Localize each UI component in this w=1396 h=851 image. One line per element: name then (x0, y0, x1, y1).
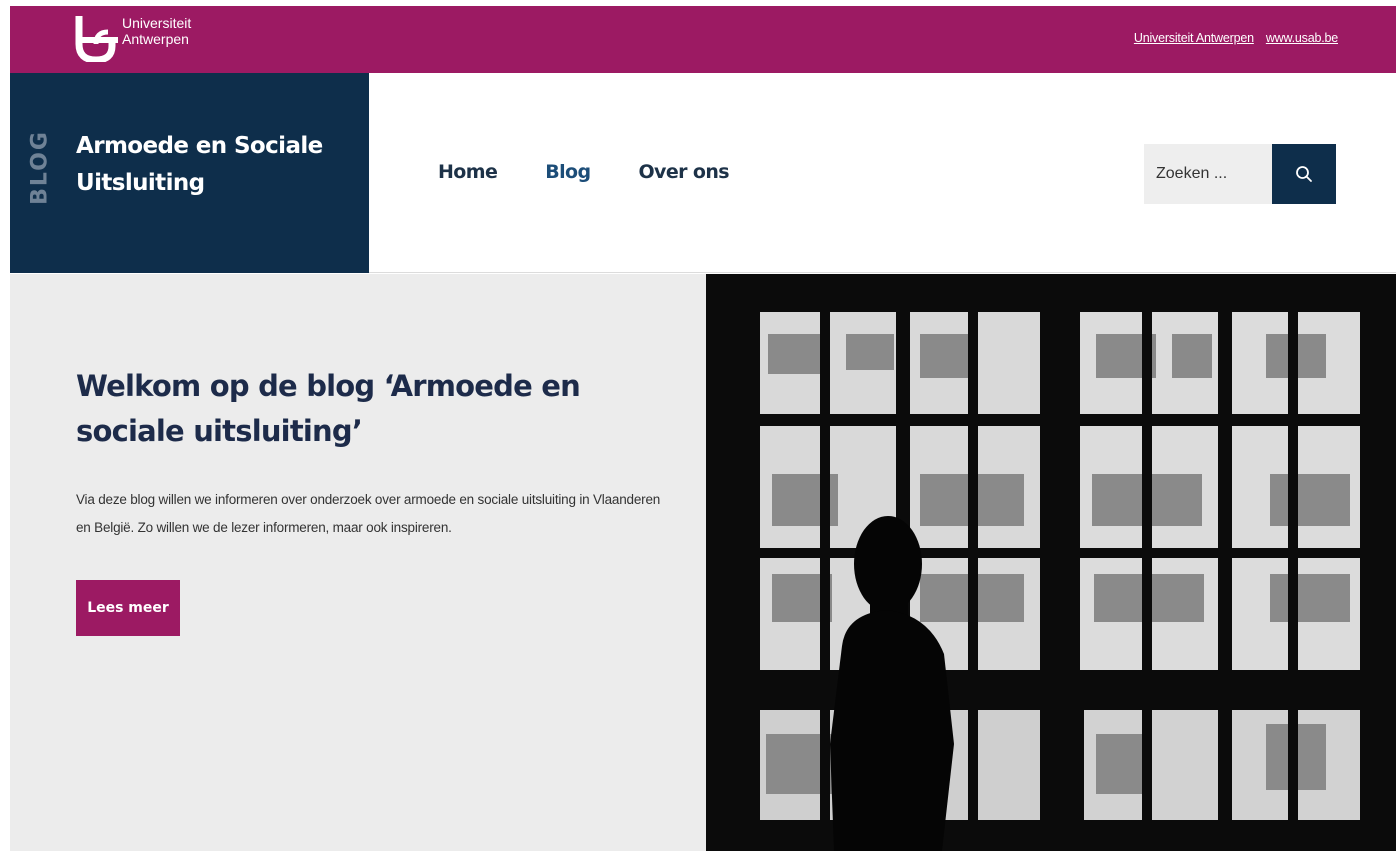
main-nav: Home Blog Over ons (438, 161, 730, 183)
blog-brand-block[interactable]: BLOG Armoede en Sociale Uitsluiting (10, 73, 369, 273)
university-name-line2: Antwerpen (122, 31, 189, 47)
university-logo-icon (75, 16, 118, 62)
nav-item-over-ons[interactable]: Over ons (639, 161, 730, 183)
university-logo-link[interactable]: Universiteit Antwerpen (74, 14, 191, 62)
nav-item-home[interactable]: Home (438, 161, 498, 183)
university-name-line1: Universiteit (122, 15, 192, 31)
read-more-button[interactable]: Lees meer (76, 580, 180, 636)
university-name: Universiteit Antwerpen (122, 15, 191, 47)
search-icon (1296, 166, 1312, 182)
search-form (1144, 144, 1336, 204)
blog-tag: BLOG (27, 130, 53, 205)
hero-section: Welkom op de blog ‘Armoede en sociale ui… (10, 274, 1396, 851)
blog-title: Armoede en Sociale Uitsluiting (76, 133, 323, 196)
window-silhouette-photo (706, 274, 1396, 851)
nav-item-blog[interactable]: Blog (545, 161, 591, 183)
link-usab[interactable]: www.usab.be (1266, 31, 1338, 45)
top-bar: Universiteit Antwerpen Universiteit Antw… (10, 6, 1396, 73)
site-header: BLOG Armoede en Sociale Uitsluiting Home… (10, 73, 1396, 273)
hero-content: Welkom op de blog ‘Armoede en sociale ui… (10, 274, 706, 851)
hero-title: Welkom op de blog ‘Armoede en sociale ui… (76, 369, 581, 448)
link-universiteit-antwerpen[interactable]: Universiteit Antwerpen (1134, 31, 1254, 45)
hero-photo (706, 274, 1396, 851)
hero-description: Via deze blog willen we informeren over … (76, 492, 661, 535)
search-button[interactable] (1272, 144, 1336, 204)
page: Universiteit Antwerpen Universiteit Antw… (10, 6, 1396, 851)
top-links: Universiteit Antwerpen www.usab.be (1134, 31, 1338, 45)
search-input[interactable] (1144, 144, 1272, 204)
